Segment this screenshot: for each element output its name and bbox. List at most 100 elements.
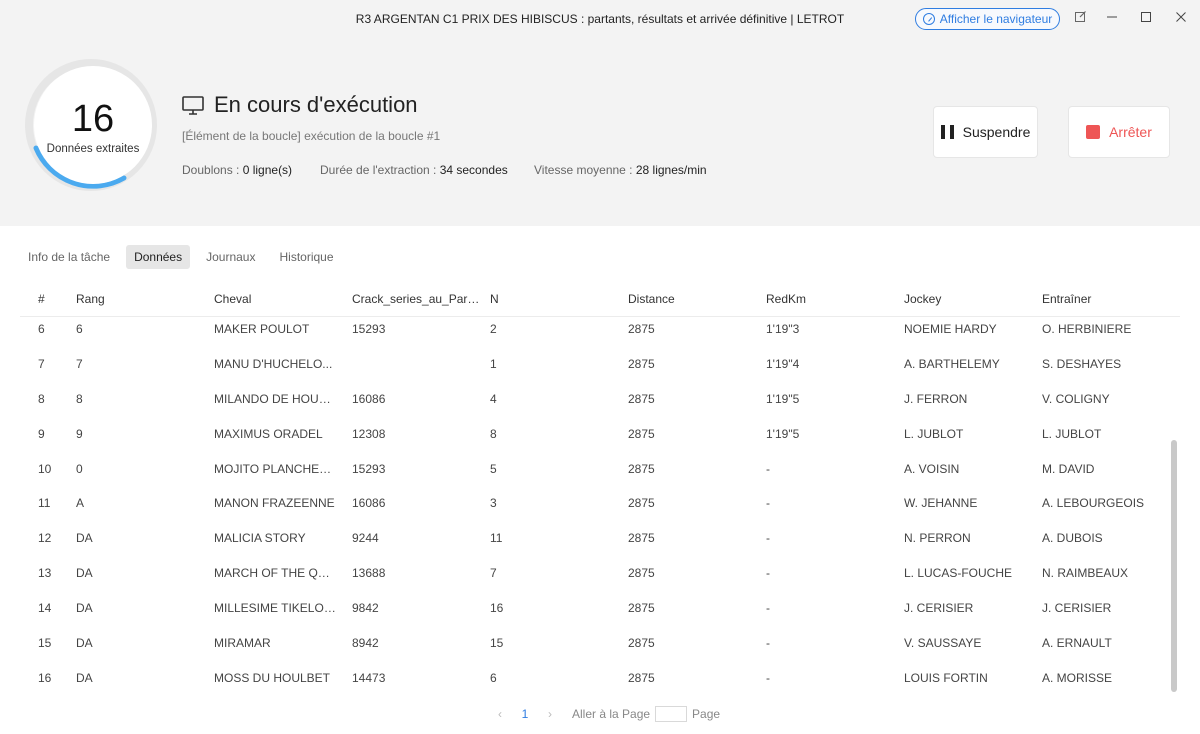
- cell-col-crack-series: 14473: [352, 670, 386, 685]
- table-row[interactable]: 11 A MANON FRAZEENNE 16086 3 2875 - W. JEHANNE A…: [20, 491, 1180, 526]
- cell-col-index: 10: [38, 461, 52, 476]
- table-row[interactable]: 14 DA MILLESIME TIKELOLE 9842 16 2875 - J. CERI…: [20, 596, 1180, 631]
- table-row[interactable]: 16 DA MOSS DU HOULBET 14473 6 2875 - LOUIS FORT…: [20, 666, 1180, 701]
- table-scrollbar[interactable]: [1171, 440, 1177, 692]
- cell-col-index: 7: [38, 356, 45, 371]
- header-col-rang[interactable]: Rang: [76, 292, 196, 306]
- cell-col-jockey: V. SAUSSAYE: [904, 636, 982, 651]
- cell-col-distance: 2875: [628, 636, 655, 651]
- cell-col-rang: DA: [76, 670, 93, 685]
- cell-col-entraineur: S. DESHAYES: [1042, 356, 1122, 371]
- cell-col-index: 9: [38, 426, 45, 441]
- tab-logs[interactable]: Journaux: [198, 245, 263, 269]
- cell-col-rang: A: [76, 496, 85, 511]
- stat-doublons-value: 0 ligne(s): [242, 163, 293, 177]
- next-page-button[interactable]: ›: [540, 707, 560, 721]
- stop-label: Arrêter: [1109, 124, 1152, 140]
- table-row[interactable]: 9 9 MAXIMUS ORADEL 12308 8 2875 1'19"5 L. JUBLO…: [20, 422, 1180, 457]
- header-col-n[interactable]: N: [490, 292, 610, 306]
- cell-col-crack-series: 9244: [352, 531, 379, 546]
- header-col-cheval[interactable]: Cheval: [214, 292, 336, 306]
- cell-col-redkm: -: [766, 636, 770, 651]
- table-row[interactable]: 8 8 MILANDO DE HOUE... 16086 4 2875 1'19"5 J. F…: [20, 387, 1180, 422]
- tab-history[interactable]: Historique: [271, 245, 341, 269]
- header-col-distance[interactable]: Distance: [628, 292, 748, 306]
- cell-col-entraineur: A. ERNAULT: [1042, 636, 1112, 651]
- table-row[interactable]: 7 7 MANU D'HUCHELO... 1 2875 1'19"4 A. BARTHEL…: [20, 352, 1180, 387]
- edit-icon[interactable]: [1071, 10, 1089, 28]
- cell-col-n: 16: [490, 601, 504, 616]
- prev-page-button[interactable]: ‹: [490, 707, 510, 721]
- cell-col-crack-series: 16086: [352, 391, 386, 406]
- stop-button[interactable]: Arrêter: [1068, 106, 1170, 158]
- header-col-entraineur[interactable]: Entraîner: [1042, 292, 1172, 306]
- run-status-title: En cours d'exécution: [214, 92, 418, 117]
- tab-data[interactable]: Données: [126, 245, 191, 269]
- cell-col-cheval: MAXIMUS ORADEL: [214, 426, 323, 441]
- cell-col-crack-series: 9842: [352, 601, 379, 616]
- tab-task-info[interactable]: Info de la tâche: [20, 245, 118, 269]
- header-col-redkm[interactable]: RedKm: [766, 292, 886, 306]
- header-panel: R3 ARGENTAN C1 PRIX DES HIBISCUS : parta…: [0, 0, 1200, 226]
- cell-col-crack-series: 13688: [352, 566, 386, 581]
- cell-col-jockey: L. JUBLOT: [904, 426, 964, 441]
- cell-col-crack-series: 15293: [352, 322, 386, 336]
- close-icon[interactable]: [1172, 10, 1190, 28]
- cell-col-n: 15: [490, 636, 504, 651]
- cell-col-cheval: MARCH OF THE QU...: [214, 566, 336, 581]
- cell-col-n: 4: [490, 391, 497, 406]
- stat-duration-label: Durée de l'extraction :: [320, 163, 440, 177]
- cell-col-n: 2: [490, 322, 497, 336]
- cell-col-index: 13: [38, 566, 52, 581]
- minimize-icon[interactable]: [1103, 10, 1121, 28]
- cell-col-distance: 2875: [628, 356, 655, 371]
- cell-col-distance: 2875: [628, 426, 655, 441]
- cell-col-crack-series: 12308: [352, 426, 386, 441]
- cell-col-index: 6: [38, 322, 45, 336]
- header-col-index[interactable]: #: [38, 292, 68, 306]
- cell-col-entraineur: L. JUBLOT: [1042, 426, 1102, 441]
- cell-col-redkm: -: [766, 566, 770, 581]
- page-number-current[interactable]: 1: [510, 707, 540, 721]
- cell-col-crack-series: 16086: [352, 496, 386, 511]
- cell-col-index: 15: [38, 636, 52, 651]
- stat-doublons: Doublons : 0 ligne(s): [182, 163, 292, 177]
- extracted-count-label: Données extraites: [46, 143, 140, 155]
- cell-col-rang: 6: [76, 322, 83, 336]
- cell-col-rang: DA: [76, 531, 93, 546]
- cell-col-rang: 7: [76, 356, 83, 371]
- goto-page-label: Aller à la Page: [572, 707, 651, 721]
- cell-col-index: 16: [38, 670, 52, 685]
- cell-col-n: 8: [490, 426, 497, 441]
- table-row[interactable]: 6 6 MAKER POULOT 15293 2 2875 1'19"3 NOEMIE HAR…: [20, 317, 1180, 352]
- cell-col-distance: 2875: [628, 531, 655, 546]
- show-browser-button[interactable]: Afficher le navigateur: [915, 8, 1060, 30]
- table-row[interactable]: 15 DA MIRAMAR 8942 15 2875 - V. SAUSSAYE A. ERNA…: [20, 631, 1180, 666]
- cell-col-rang: DA: [76, 636, 93, 651]
- cell-col-distance: 2875: [628, 601, 655, 616]
- suspend-label: Suspendre: [962, 124, 1031, 140]
- cell-col-redkm: 1'19"3: [766, 322, 800, 336]
- cell-col-cheval: MANON FRAZEENNE: [214, 496, 335, 511]
- cell-col-distance: 2875: [628, 670, 655, 685]
- cell-col-jockey: J. CERISIER: [904, 601, 974, 616]
- cell-col-entraineur: V. COLIGNY: [1042, 391, 1110, 406]
- cell-col-jockey: J. FERRON: [904, 391, 968, 406]
- suspend-button[interactable]: Suspendre: [933, 106, 1038, 158]
- cell-col-rang: 0: [76, 461, 83, 476]
- table-row[interactable]: 10 0 MOJITO PLANCHETTE 15293 5 2875 - A. VOISIN…: [20, 457, 1180, 492]
- cell-col-jockey: A. BARTHELEMY: [904, 356, 1000, 371]
- cell-col-rang: 9: [76, 426, 83, 441]
- page-suffix-label: Page: [692, 707, 721, 721]
- cell-col-index: 14: [38, 601, 52, 616]
- cell-col-index: 8: [38, 391, 45, 406]
- table-row[interactable]: 12 DA MALICIA STORY 9244 11 2875 - N. PERRON A. …: [20, 526, 1180, 561]
- header-col-crack-series[interactable]: Crack_series_au_Par…: [352, 292, 479, 306]
- cell-col-rang: 8: [76, 391, 83, 406]
- cell-col-distance: 2875: [628, 461, 655, 476]
- goto-page-input[interactable]: [655, 706, 688, 722]
- cell-col-jockey: W. JEHANNE: [904, 496, 978, 511]
- maximize-icon[interactable]: [1137, 10, 1155, 28]
- header-col-jockey[interactable]: Jockey: [904, 292, 1034, 306]
- table-row[interactable]: 13 DA MARCH OF THE QU... 13688 7 2875 - L. LUCA…: [20, 561, 1180, 596]
